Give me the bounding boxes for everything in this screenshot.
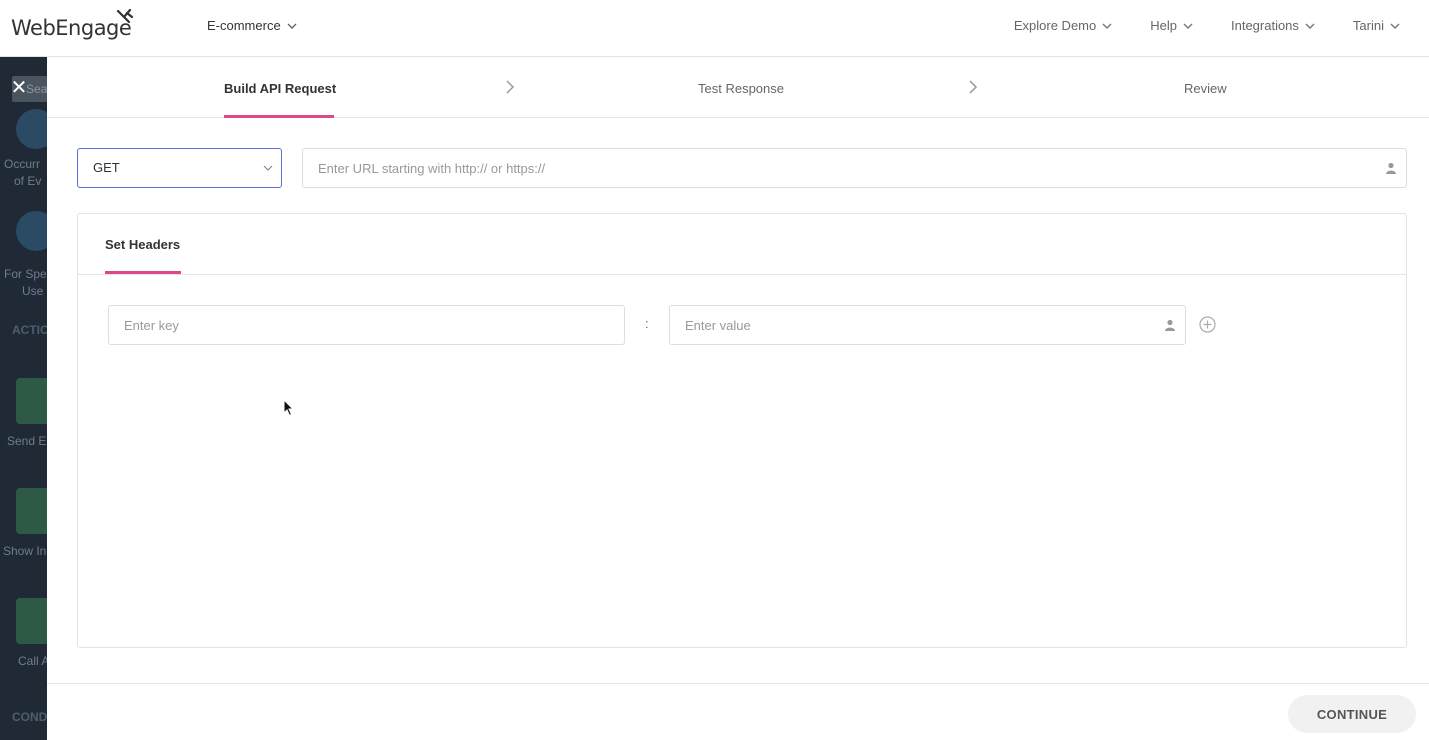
background-label: For Spe — [4, 267, 47, 281]
header-value-field — [669, 305, 1186, 345]
user-name-label: Tarini — [1352, 18, 1384, 33]
background-journey-sidebar: Sear Occurr of Ev For Spe Use ACTIO Send… — [0, 57, 47, 740]
step-test-response[interactable]: Test Response — [698, 81, 784, 96]
workspace-selector[interactable]: E-commerce — [207, 18, 297, 33]
top-navigation-bar: WebEngage E-commerce Explore Demo Help I… — [0, 0, 1429, 57]
bird-logo-icon — [116, 8, 134, 24]
chevron-down-icon — [263, 165, 273, 171]
request-options-tabs: Set Headers — [78, 214, 1406, 275]
step-build-api-request[interactable]: Build API Request — [224, 81, 336, 96]
explore-demo-label: Explore Demo — [1013, 18, 1097, 33]
background-section-header: COND — [12, 710, 47, 724]
specific-users-block — [16, 211, 47, 251]
help-label: Help — [1150, 18, 1177, 33]
background-section-header: ACTIO — [12, 323, 47, 337]
call-api-block — [16, 598, 47, 644]
active-tab-indicator — [105, 271, 181, 274]
header-value-input[interactable] — [670, 306, 1185, 344]
workspace-label: E-commerce — [207, 18, 281, 33]
user-attribute-icon[interactable] — [1385, 162, 1397, 174]
send-email-block — [16, 378, 47, 424]
wizard-steps: Build API Request Test Response Review — [47, 57, 1429, 118]
request-options-card: Set Headers : — [77, 213, 1407, 648]
header-key-field — [108, 305, 625, 345]
http-method-select[interactable]: GET — [77, 148, 282, 188]
url-field — [302, 148, 1407, 188]
add-header-icon[interactable] — [1199, 316, 1216, 333]
logo-text: WebEngage — [11, 16, 132, 40]
mouse-cursor-icon — [283, 399, 295, 417]
chevron-right-icon — [506, 80, 515, 94]
background-label: Use — [22, 284, 44, 298]
integrations-label: Integrations — [1230, 18, 1299, 33]
chevron-right-icon — [969, 80, 978, 94]
call-api-panel: Build API Request Test Response Review G… — [47, 57, 1429, 740]
background-label: Call A — [18, 654, 47, 668]
step-review[interactable]: Review — [1184, 81, 1227, 96]
continue-button[interactable]: CONTINUE — [1288, 695, 1416, 733]
chevron-down-icon — [1183, 23, 1193, 29]
background-label: Send E — [7, 434, 47, 448]
chevron-down-icon — [1305, 23, 1315, 29]
close-icon[interactable]: ✕ — [8, 76, 30, 98]
event-occurrence-block — [16, 109, 47, 149]
url-input[interactable] — [303, 149, 1406, 187]
key-value-separator: : — [645, 316, 649, 331]
tab-set-headers[interactable]: Set Headers — [105, 237, 180, 252]
user-attribute-icon[interactable] — [1164, 319, 1176, 331]
header-key-input[interactable] — [109, 306, 624, 344]
explore-demo-menu[interactable]: Explore Demo — [1014, 18, 1112, 33]
active-step-indicator — [224, 115, 334, 118]
background-label: Occurr — [4, 157, 40, 171]
background-label: of Ev — [14, 174, 42, 188]
http-method-value: GET — [93, 160, 120, 175]
help-menu[interactable]: Help — [1150, 18, 1193, 33]
panel-footer: CONTINUE — [47, 683, 1429, 740]
show-inapp-block — [16, 488, 47, 534]
top-nav-menu: Explore Demo Help Integrations Tarini — [1014, 18, 1400, 33]
chevron-down-icon — [287, 23, 297, 29]
chevron-down-icon — [1390, 23, 1400, 29]
user-menu[interactable]: Tarini — [1353, 18, 1400, 33]
background-label: Show In — [3, 544, 47, 558]
chevron-down-icon — [1102, 23, 1112, 29]
integrations-menu[interactable]: Integrations — [1231, 18, 1315, 33]
